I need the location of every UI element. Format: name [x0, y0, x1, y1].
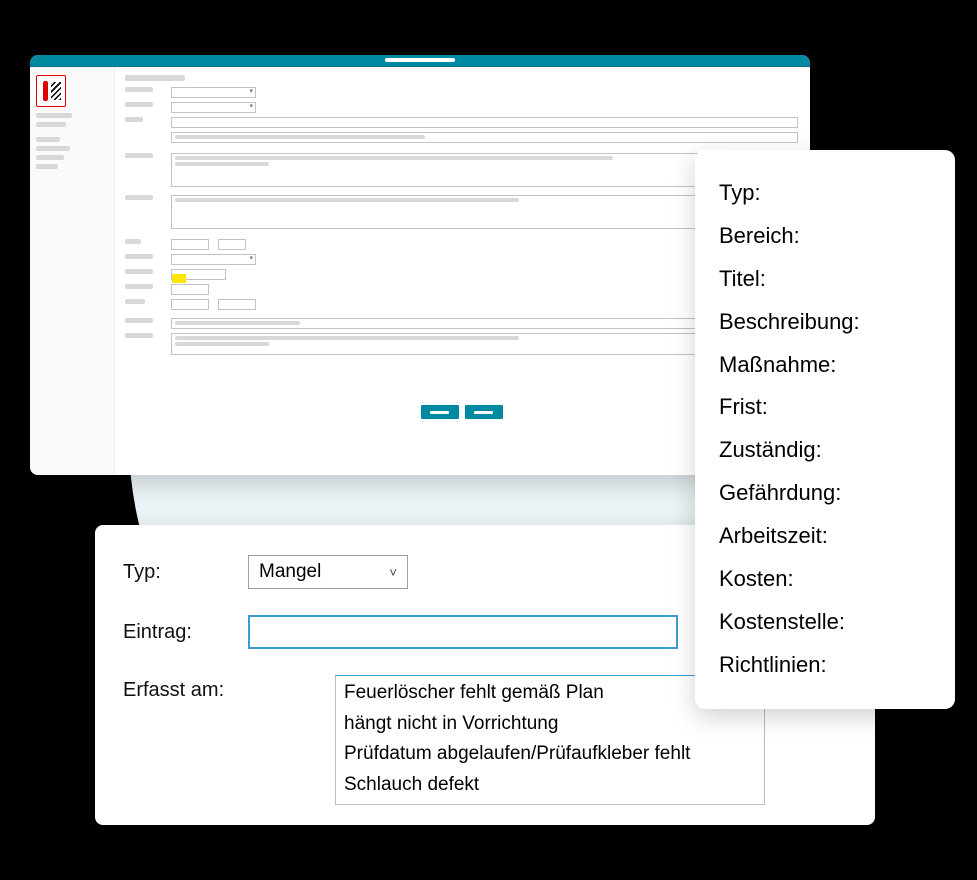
window-titlebar	[30, 55, 810, 67]
erfasst-label: Erfasst am:	[123, 679, 228, 702]
cancel-button[interactable]	[465, 405, 503, 419]
form-title-placeholder	[125, 75, 185, 81]
label-item: Typ:	[719, 172, 931, 215]
eintrag-input[interactable]	[248, 615, 678, 649]
small-input[interactable]	[171, 299, 209, 310]
sidebar-item[interactable]	[36, 164, 58, 169]
small-input[interactable]	[171, 284, 209, 295]
sidebar-item[interactable]	[36, 146, 70, 151]
label-item: Beschreibung:	[719, 301, 931, 344]
fire-extinguisher-icon	[36, 75, 66, 107]
dropdown-option[interactable]: Schlauch defekt	[342, 770, 758, 801]
chevron-down-icon: ˅	[389, 565, 397, 580]
small-input[interactable]	[218, 239, 246, 250]
label-item: Gefährdung:	[719, 472, 931, 515]
select-field[interactable]	[171, 102, 256, 113]
sidebar-item[interactable]	[36, 137, 60, 142]
text-input[interactable]	[171, 117, 798, 128]
sidebar-item[interactable]	[36, 122, 66, 127]
text-input[interactable]	[171, 132, 798, 143]
typ-label: Typ:	[123, 561, 228, 584]
dropdown-option[interactable]: Prüfdatum abgelaufen/Prüfaufkleber fehlt	[342, 739, 758, 770]
small-input[interactable]	[218, 299, 256, 310]
label-item: Kostenstelle:	[719, 601, 931, 644]
label-item: Bereich:	[719, 215, 931, 258]
dropdown-option[interactable]: hängt nicht in Vorrichtung	[342, 709, 758, 740]
typ-select[interactable]: Mangel ˅	[248, 555, 408, 589]
typ-select-value: Mangel	[259, 561, 321, 583]
status-field[interactable]	[171, 269, 226, 280]
labels-card: Typ: Bereich: Titel: Beschreibung: Maßna…	[695, 150, 955, 709]
form-card-top	[30, 55, 810, 475]
sidebar	[30, 67, 115, 475]
label-item: Arbeitszeit:	[719, 515, 931, 558]
form-body	[30, 67, 810, 475]
sidebar-item[interactable]	[36, 113, 72, 118]
label-item: Titel:	[719, 258, 931, 301]
sidebar-item[interactable]	[36, 155, 64, 160]
select-field[interactable]	[171, 87, 256, 98]
label-item: Frist:	[719, 386, 931, 429]
small-input[interactable]	[171, 239, 209, 250]
yellow-status-icon	[172, 274, 186, 283]
label-item: Maßnahme:	[719, 344, 931, 387]
label-item: Richtlinien:	[719, 644, 931, 687]
save-button[interactable]	[421, 405, 459, 419]
label-item: Zuständig:	[719, 429, 931, 472]
select-field[interactable]	[171, 254, 256, 265]
eintrag-label: Eintrag:	[123, 621, 228, 644]
label-item: Kosten:	[719, 558, 931, 601]
